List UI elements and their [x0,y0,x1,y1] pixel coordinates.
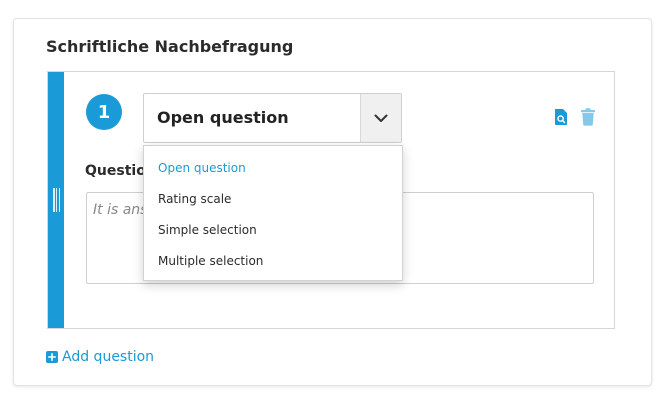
question-type-value: Open question [157,108,289,127]
question-number-badge: 1 [86,94,122,130]
dropdown-option-multiple-selection[interactable]: Multiple selection [144,246,402,277]
document-search-icon [555,109,567,125]
preview-button[interactable] [553,108,569,126]
dropdown-toggle[interactable] [360,94,401,142]
dropdown-option-rating-scale[interactable]: Rating scale [144,184,402,215]
grip-icon [53,188,60,212]
question-type-select[interactable]: Open question [143,93,402,143]
delete-button[interactable] [580,108,596,126]
trash-icon [581,108,595,126]
plus-square-icon [46,351,58,363]
chevron-down-icon [374,114,388,122]
add-question-link[interactable]: Add question [46,349,154,365]
drag-handle[interactable] [48,72,64,328]
dropdown-option-open-question[interactable]: Open question [144,153,402,184]
add-question-label: Add question [62,349,155,365]
section-title: Schriftliche Nachbefragung [46,37,294,56]
question-type-dropdown-menu: Open question Rating scale Simple select… [143,145,403,281]
dropdown-option-simple-selection[interactable]: Simple selection [144,215,402,246]
